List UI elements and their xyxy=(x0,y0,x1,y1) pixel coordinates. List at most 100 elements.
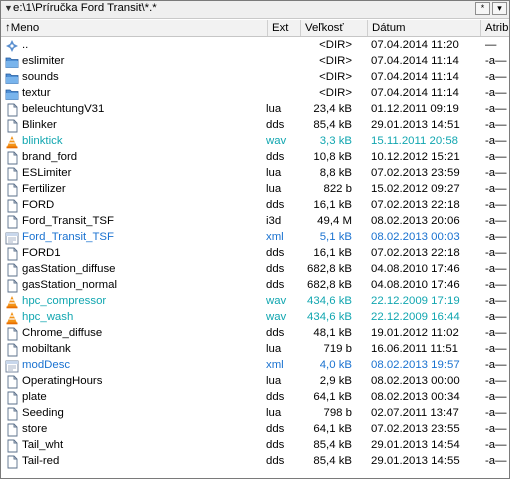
vlc-cone-icon xyxy=(5,295,19,309)
file-date: 22.12.2009 16:44 xyxy=(371,311,460,323)
column-divider[interactable] xyxy=(267,20,268,36)
file-name: FORD xyxy=(22,199,55,211)
file-size: 798 b xyxy=(323,407,352,419)
file-date: 07.02.2013 23:59 xyxy=(371,167,460,179)
file-row[interactable]: Chrome_diffuse dds 48,1 kB 19.01.2012 11:02… xyxy=(1,326,509,342)
file-attr: -a— xyxy=(485,391,507,403)
file-row[interactable]: hpc_compressor wav 434,6 kB 22.12.2009 17:1… xyxy=(1,294,509,310)
file-attr: -a— xyxy=(485,375,507,387)
file-attr: -a— xyxy=(485,359,507,371)
file-name: gasStation_diffuse xyxy=(22,263,116,275)
column-divider[interactable] xyxy=(300,20,301,36)
file-row[interactable]: plate dds 64,1 kB 08.02.2013 00:34 -a— xyxy=(1,390,509,406)
file-attr: -a— xyxy=(485,87,507,99)
file-date: 08.02.2013 00:00 xyxy=(371,375,460,387)
column-size[interactable]: Veľkosť xyxy=(305,22,344,34)
file-row[interactable]: Tail_wht dds 85,4 kB 29.01.2013 14:54 -a— xyxy=(1,438,509,454)
file-size: 23,4 kB xyxy=(313,103,352,115)
file-attr: -a— xyxy=(485,119,507,131)
file-size: 434,6 kB xyxy=(307,311,352,323)
file-row[interactable]: store dds 64,1 kB 07.02.2013 23:55 -a— xyxy=(1,422,509,438)
file-row[interactable]: mobiltank lua 719 b 16.06.2011 11:51 -a— xyxy=(1,342,509,358)
file-name: eslimiter xyxy=(22,55,65,67)
file-row[interactable]: hpc_wash wav 434,6 kB 22.12.2009 16:44 -a— xyxy=(1,310,509,326)
file-attr: -a— xyxy=(485,247,507,259)
file-name: OperatingHours xyxy=(22,375,103,387)
file-ext: wav xyxy=(266,311,287,323)
file-row[interactable]: modDesc xml 4,0 kB 08.02.2013 19:57 -a— xyxy=(1,358,509,374)
column-name[interactable]: ↑Meno xyxy=(5,22,39,34)
vlc-cone-icon xyxy=(5,311,19,325)
file-attr: -a— xyxy=(485,167,507,179)
file-row[interactable]: Blinker dds 85,4 kB 29.01.2013 14:51 -a— xyxy=(1,118,509,134)
path-dropdown-button[interactable]: ▾ xyxy=(492,2,507,15)
column-date[interactable]: Dátum xyxy=(372,22,406,34)
file-size: 48,1 kB xyxy=(313,327,352,339)
file-icon xyxy=(5,119,19,133)
file-row[interactable]: blinktick wav 3,3 kB 15.11.2011 20:58 -a— xyxy=(1,134,509,150)
file-icon xyxy=(5,327,19,341)
file-attr: -a— xyxy=(485,455,507,467)
file-attr: -a— xyxy=(485,183,507,195)
file-row[interactable]: OperatingHours lua 2,9 kB 08.02.2013 00:00 -… xyxy=(1,374,509,390)
file-date: 08.02.2013 19:57 xyxy=(371,359,460,371)
file-name: Fertilizer xyxy=(22,183,66,195)
file-row[interactable]: FORD dds 16,1 kB 07.02.2013 22:18 -a— xyxy=(1,198,509,214)
file-attr: -a— xyxy=(485,295,507,307)
file-ext: dds xyxy=(266,151,285,163)
file-row[interactable]: beleuchtungV31 lua 23,4 kB 01.12.2011 09:19… xyxy=(1,102,509,118)
file-ext: wav xyxy=(266,135,287,147)
file-size: 64,1 kB xyxy=(313,391,352,403)
column-ext[interactable]: Ext xyxy=(272,22,288,34)
file-row[interactable]: gasStation_diffuse dds 682,8 kB 04.08.2010 … xyxy=(1,262,509,278)
file-date: 07.02.2013 23:55 xyxy=(371,423,460,435)
file-date: 15.11.2011 20:58 xyxy=(371,135,458,147)
file-name: blinktick xyxy=(22,135,63,147)
history-button[interactable]: * xyxy=(475,2,490,15)
file-size: 16,1 kB xyxy=(313,199,352,211)
file-attr: — xyxy=(485,39,497,51)
file-attr: -a— xyxy=(485,199,507,211)
file-row[interactable]: .. <DIR> 07.04.2014 11:20 — xyxy=(1,38,509,54)
folder-icon xyxy=(5,71,19,85)
file-date: 29.01.2013 14:54 xyxy=(371,439,460,451)
file-size: 2,9 kB xyxy=(319,375,352,387)
file-icon xyxy=(5,183,19,197)
file-size: <DIR> xyxy=(319,87,352,99)
file-attr: -a— xyxy=(485,55,507,67)
file-row[interactable]: eslimiter <DIR> 07.04.2014 11:14 -a— xyxy=(1,54,509,70)
file-icon xyxy=(5,247,19,261)
file-name: hpc_wash xyxy=(22,311,74,323)
file-date: 29.01.2013 14:51 xyxy=(371,119,460,131)
file-row[interactable]: gasStation_normal dds 682,8 kB 04.08.2010 1… xyxy=(1,278,509,294)
path-bar[interactable]: ▼ e:\1\Príručka Ford Transit\*.* * ▾ xyxy=(1,1,509,19)
file-size: 434,6 kB xyxy=(307,295,352,307)
column-divider[interactable] xyxy=(367,20,368,36)
file-row[interactable]: textur <DIR> 07.04.2014 11:14 -a— xyxy=(1,86,509,102)
file-row[interactable]: Ford_Transit_TSF i3d 49,4 M 08.02.2013 20:0… xyxy=(1,214,509,230)
file-date: 10.12.2012 15:21 xyxy=(371,151,460,163)
file-ext: lua xyxy=(266,183,282,195)
file-row[interactable]: ESLimiter lua 8,8 kB 07.02.2013 23:59 -a— xyxy=(1,166,509,182)
file-ext: dds xyxy=(266,199,285,211)
file-row[interactable]: sounds <DIR> 07.04.2014 11:14 -a— xyxy=(1,70,509,86)
file-row[interactable]: Tail-red dds 85,4 kB 29.01.2013 14:55 -a— xyxy=(1,454,509,470)
file-row[interactable]: FORD1 dds 16,1 kB 07.02.2013 22:18 -a— xyxy=(1,246,509,262)
file-date: 07.02.2013 22:18 xyxy=(371,199,460,211)
file-name: Tail_wht xyxy=(22,439,64,451)
file-row[interactable]: Seeding lua 798 b 02.07.2011 13:47 -a— xyxy=(1,406,509,422)
file-row[interactable]: brand_ford dds 10,8 kB 10.12.2012 15:21 -a— xyxy=(1,150,509,166)
file-row[interactable]: Ford_Transit_TSF xml 5,1 kB 08.02.2013 00:0… xyxy=(1,230,509,246)
file-name: brand_ford xyxy=(22,151,78,163)
file-attr: -a— xyxy=(485,103,507,115)
column-divider[interactable] xyxy=(480,20,481,36)
file-attr: -a— xyxy=(485,311,507,323)
file-ext: lua xyxy=(266,103,282,115)
column-attr[interactable]: Atrib xyxy=(485,22,508,34)
file-icon xyxy=(5,439,19,453)
path-dropdown-icon[interactable]: ▼ xyxy=(4,3,13,13)
file-name: gasStation_normal xyxy=(22,279,117,291)
current-path[interactable]: e:\1\Príručka Ford Transit\*.* xyxy=(13,2,157,14)
file-row[interactable]: Fertilizer lua 822 b 15.02.2012 09:27 -a— xyxy=(1,182,509,198)
file-ext: dds xyxy=(266,263,285,275)
